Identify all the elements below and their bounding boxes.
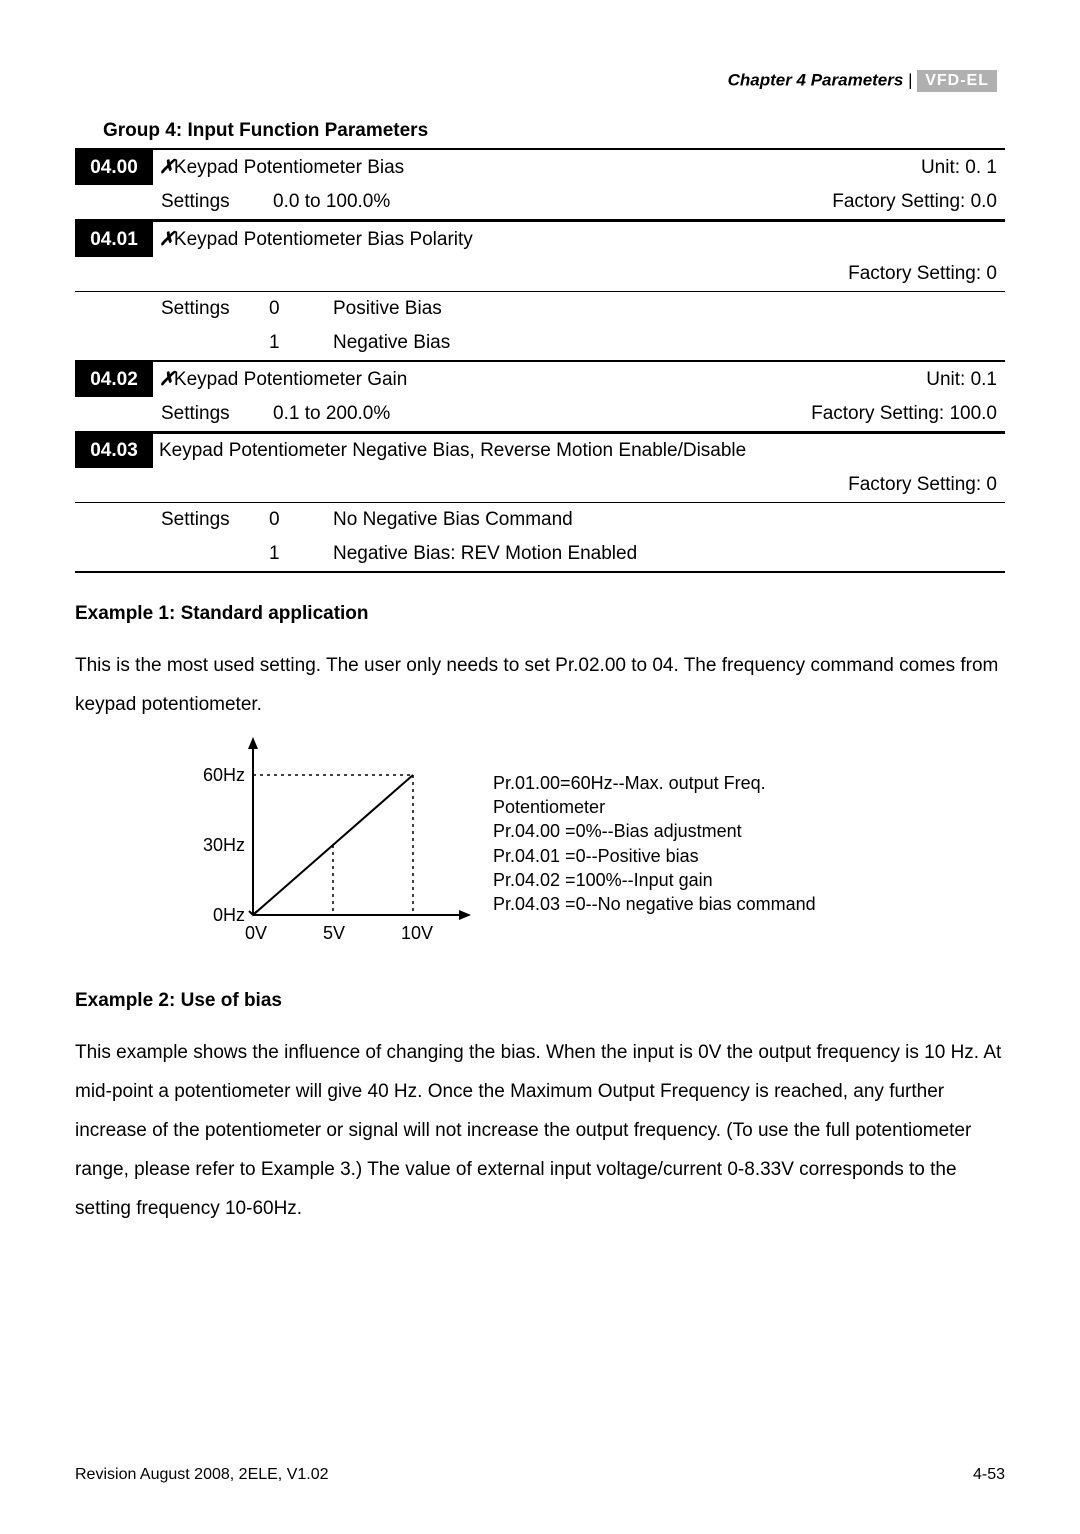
chart-ytick-0: 0Hz — [193, 905, 245, 926]
option-text: No Negative Bias Command — [325, 503, 1005, 538]
example2-heading: Example 2: Use of bias — [75, 990, 1005, 1012]
option-num: 1 — [265, 537, 325, 572]
param-name: ✗Keypad Potentiometer Bias — [153, 149, 599, 185]
separator: | — [903, 70, 917, 89]
param-name: ✗Keypad Potentiometer Gain — [153, 362, 582, 397]
param-block-0403: 04.03 Keypad Potentiometer Negative Bias… — [75, 432, 1005, 573]
factory-setting: Factory Setting: 0 — [325, 257, 1005, 292]
factory-setting: Factory Setting: 0 — [325, 468, 1005, 503]
product-logo: VFD-EL — [917, 70, 997, 92]
param-block-0402: 04.02 ✗Keypad Potentiometer Gain Unit: 0… — [75, 362, 1005, 432]
chart-side-line: Pr.04.00 =0%--Bias adjustment — [493, 819, 816, 843]
chart-xtick-10: 10V — [397, 923, 437, 944]
option-text: Negative Bias — [325, 326, 1005, 361]
chart-ytick-30: 30Hz — [193, 835, 245, 856]
option-text: Negative Bias: REV Motion Enabled — [325, 537, 1005, 572]
chart-ytick-60: 60Hz — [193, 765, 245, 786]
footer-page-number: 4-53 — [973, 1466, 1005, 1484]
page-footer: Revision August 2008, 2ELE, V1.02 4-53 — [75, 1466, 1005, 1484]
param-code: 04.03 — [75, 433, 153, 468]
param-name-text: Keypad Potentiometer Bias Polarity — [174, 229, 473, 250]
settings-label: Settings — [153, 397, 265, 432]
chart-side-line: Pr.04.03 =0--No negative bias command — [493, 892, 816, 916]
settings-label: Settings — [153, 503, 265, 538]
option-num: 0 — [265, 292, 325, 327]
param-name-text: Keypad Potentiometer Negative Bias, Reve… — [159, 440, 746, 461]
param-name: Keypad Potentiometer Negative Bias, Reve… — [153, 433, 1005, 468]
page-header: Chapter 4 Parameters | VFD-EL — [75, 70, 1005, 92]
example2-text: This example shows the influence of chan… — [75, 1034, 1005, 1229]
param-name-text: Keypad Potentiometer Gain — [174, 369, 407, 390]
chart-side-line: Pr.04.01 =0--Positive bias — [493, 844, 816, 868]
chart-xtick-0: 0V — [241, 923, 271, 944]
run-change-icon: ✗ — [159, 229, 174, 250]
option-num: 0 — [265, 503, 325, 538]
factory-setting: Factory Setting: 0.0 — [599, 185, 1005, 220]
example1-text: This is the most used setting. The user … — [75, 647, 1005, 725]
param-name: ✗Keypad Potentiometer Bias Polarity — [153, 221, 1005, 257]
param-name-text: Keypad Potentiometer Bias — [174, 157, 404, 178]
option-num: 1 — [265, 326, 325, 361]
chapter-label: Chapter 4 Parameters — [728, 70, 904, 89]
chart-xtick-5: 5V — [319, 923, 349, 944]
factory-setting: Factory Setting: 100.0 — [582, 397, 1005, 432]
param-unit: Unit: 0.1 — [582, 362, 1005, 397]
run-change-icon: ✗ — [159, 157, 174, 178]
group-title: Group 4: Input Function Parameters — [103, 120, 1005, 142]
run-change-icon: ✗ — [159, 369, 174, 390]
settings-label: Settings — [153, 292, 265, 327]
chart-side-line: Potentiometer — [493, 795, 816, 819]
chart-example1: 60Hz 30Hz 0Hz 0V 5V 10V Pr.01.00=60Hz--M… — [193, 735, 953, 960]
param-code: 04.02 — [75, 362, 153, 397]
chart-side-line: Pr.01.00=60Hz--Max. output Freq. — [493, 771, 816, 795]
settings-range: 0.1 to 200.0% — [265, 397, 582, 432]
example1-heading: Example 1: Standard application — [75, 603, 1005, 625]
option-text: Positive Bias — [325, 292, 1005, 327]
chart-side-line: Pr.04.02 =100%--Input gain — [493, 868, 816, 892]
param-unit: Unit: 0. 1 — [599, 149, 1005, 185]
settings-range: 0.0 to 100.0% — [265, 185, 599, 220]
param-block-0401: 04.01 ✗Keypad Potentiometer Bias Polarit… — [75, 220, 1005, 362]
param-code: 04.01 — [75, 221, 153, 257]
param-block-0400: 04.00 ✗Keypad Potentiometer Bias Unit: 0… — [75, 148, 1005, 220]
chart-side-text: Pr.01.00=60Hz--Max. output Freq. Potenti… — [493, 771, 816, 917]
param-code: 04.00 — [75, 149, 153, 185]
footer-revision: Revision August 2008, 2ELE, V1.02 — [75, 1466, 329, 1484]
settings-label: Settings — [153, 185, 265, 220]
